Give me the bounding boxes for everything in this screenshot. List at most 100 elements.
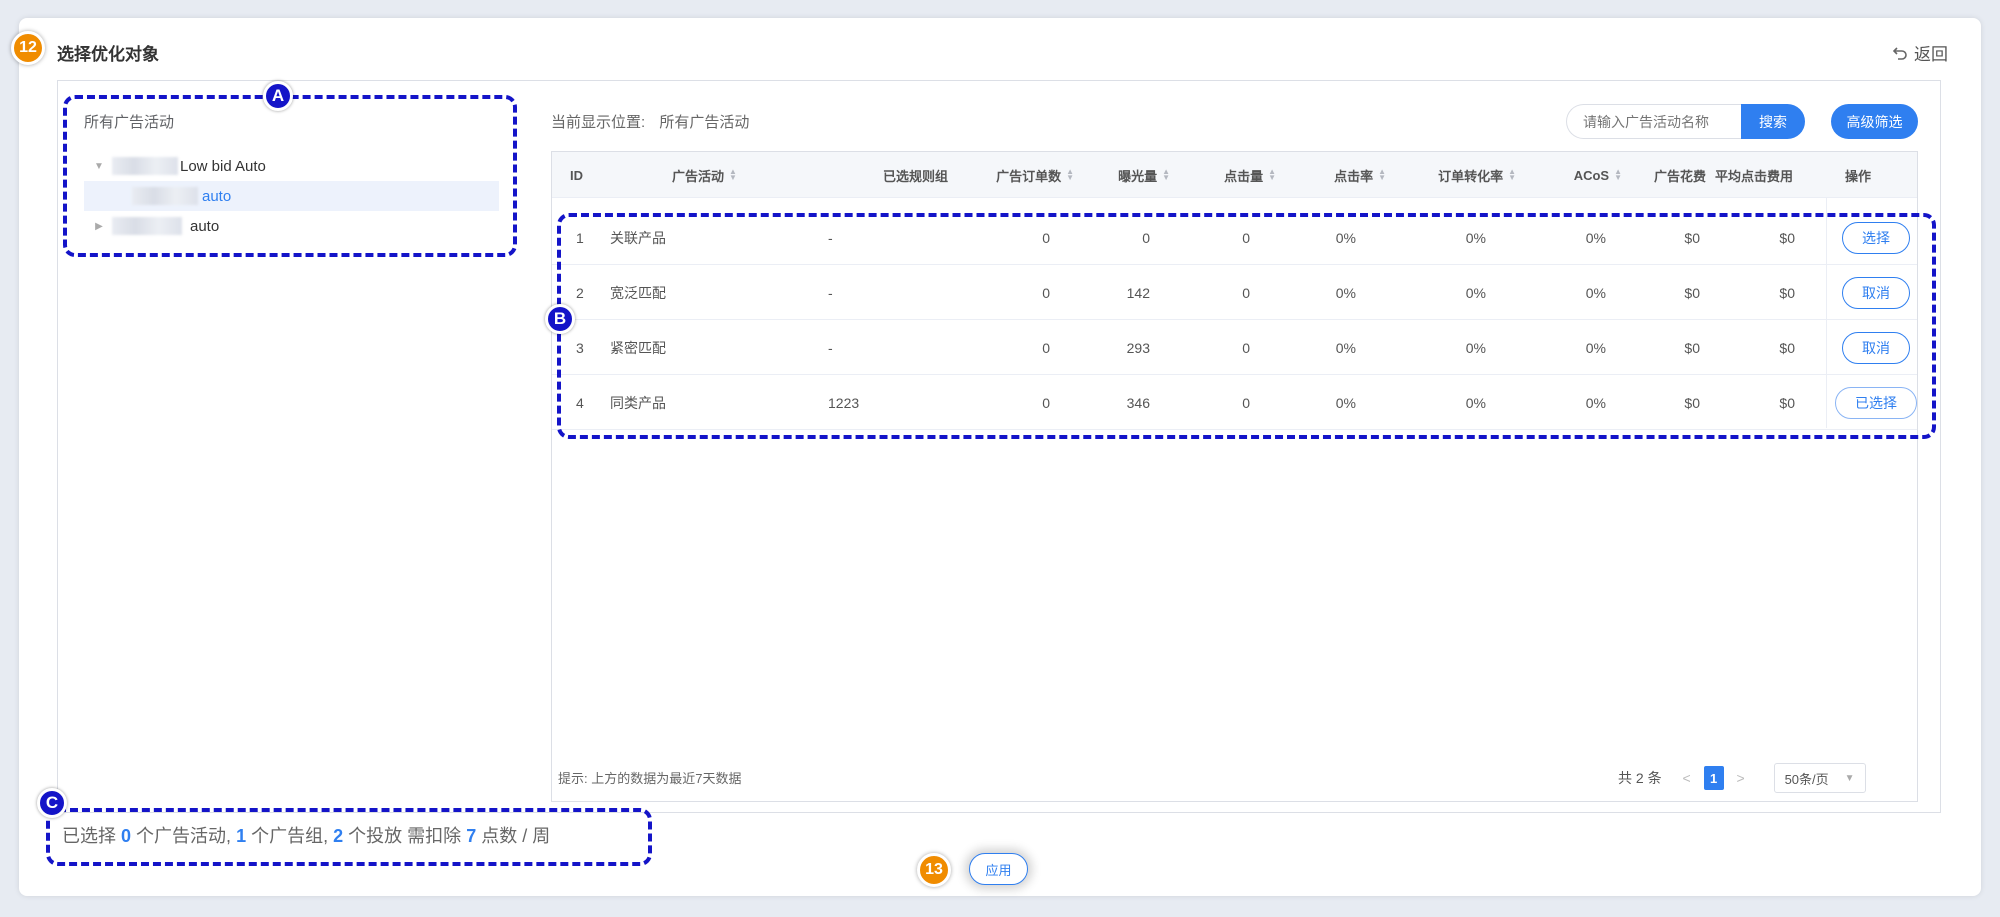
cancel-button[interactable]: 取消: [1842, 276, 1910, 309]
cell-clicks: 0: [1242, 229, 1250, 246]
undo-icon: [1892, 46, 1907, 60]
cell-cvr: 0%: [1465, 284, 1486, 301]
cancel-button[interactable]: 取消: [1842, 331, 1910, 364]
cell-acos: 0%: [1585, 394, 1606, 411]
table-row: 3 紧密匹配 - 0 293 0 0% 0% 0% $0 $0 取消: [552, 320, 1917, 375]
campaign-table: ID 广告活动 ▲ ▼ 已选规则组 广告订单数 ▲ ▼ 曝光量 ▲ ▼ 点击量 ▲ ▼ 点击率 ▲…: [551, 151, 1918, 802]
col-clicks[interactable]: 点击量 ▲ ▼: [1170, 152, 1276, 198]
cell-action: 选择: [1842, 210, 1910, 265]
sort-icon[interactable]: ▲ ▼: [1162, 168, 1170, 182]
summary-group-count: 1: [236, 826, 247, 846]
col-spend: 广告花费: [1653, 168, 1706, 184]
pagination-total: 共 2 条: [1618, 770, 1662, 786]
tree-node-adgroup-auto[interactable]: auto: [84, 181, 499, 211]
cell-ctr: 0%: [1335, 284, 1356, 301]
cell-id: 3: [576, 339, 584, 356]
cell-id: 2: [576, 284, 584, 301]
summary-text: 已选择: [62, 826, 116, 846]
cell-acos: 0%: [1585, 284, 1606, 301]
cell-action: 已选择: [1835, 375, 1917, 430]
caret-right-icon[interactable]: ▶: [94, 221, 104, 232]
col-impressions[interactable]: 曝光量 ▲ ▼: [1074, 152, 1170, 198]
col-orders[interactable]: 广告订单数 ▲ ▼: [970, 152, 1074, 198]
cell-action: 取消: [1842, 265, 1910, 320]
selected-button[interactable]: 已选择: [1835, 386, 1917, 419]
summary-text: 个广告活动,: [136, 826, 232, 846]
cell-spend: $0: [1684, 394, 1700, 411]
caret-down-icon[interactable]: ▼: [94, 161, 104, 172]
cell-campaign: 宽泛匹配: [610, 284, 666, 301]
cell-rule-group: 1223: [828, 394, 860, 411]
tree-root-label[interactable]: 所有广告活动: [84, 111, 174, 132]
col-acos[interactable]: ACoS ▲ ▼: [1516, 152, 1622, 198]
col-rule-group: 已选规则组: [882, 168, 948, 184]
cell-rule-group: -: [828, 229, 833, 246]
tree-node-label: auto: [202, 187, 232, 205]
data-hint: 提示: 上方的数据为最近7天数据: [558, 771, 742, 786]
page-size-value: 50条/页: [1784, 771, 1829, 787]
search-bar: 搜索: [1566, 104, 1805, 139]
summary-text: 点数 / 周: [481, 826, 551, 846]
col-campaign[interactable]: 广告活动 ▲ ▼: [672, 152, 737, 198]
cell-campaign: 同类产品: [610, 394, 666, 411]
prev-page-icon[interactable]: <: [1670, 770, 1704, 786]
tree-node-label: auto: [190, 217, 220, 235]
cell-ctr: 0%: [1335, 339, 1356, 356]
cell-rule-group: -: [828, 284, 833, 301]
annotation-badge-c: C: [37, 788, 67, 818]
pagination: 共 2 条 < 1 > 50条/页 ▼: [1618, 762, 1866, 794]
page-size-select[interactable]: 50条/页 ▼: [1773, 763, 1866, 793]
cell-acos: 0%: [1585, 339, 1606, 356]
cell-orders: 0: [1042, 394, 1050, 411]
blurred-text: [132, 187, 198, 205]
sort-icon[interactable]: ▲ ▼: [1066, 168, 1074, 182]
cell-orders: 0: [1042, 339, 1050, 356]
blurred-text: [112, 157, 178, 175]
selection-summary: 已选择 0 个广告活动, 1 个广告组, 2 个投放 需扣除 7 点数 / 周: [62, 822, 550, 848]
cell-spend: $0: [1684, 284, 1700, 301]
search-input[interactable]: [1566, 104, 1741, 139]
summary-points: 7: [466, 826, 477, 846]
sort-icon[interactable]: ▲ ▼: [1268, 168, 1276, 182]
summary-text: 个广告组,: [251, 826, 329, 846]
tree-node-label: Low bid Auto: [180, 157, 266, 175]
back-label: 返回: [1914, 45, 1948, 64]
cell-id: 4: [576, 394, 584, 411]
cell-id: 1: [576, 229, 584, 246]
cell-cpc: $0: [1779, 229, 1795, 246]
next-page-icon[interactable]: >: [1724, 770, 1758, 786]
sort-icon[interactable]: ▲ ▼: [729, 168, 737, 182]
sort-icon[interactable]: ▲ ▼: [1614, 168, 1622, 182]
select-button[interactable]: 选择: [1842, 221, 1910, 254]
cell-cpc: $0: [1779, 339, 1795, 356]
search-button[interactable]: 搜索: [1741, 104, 1805, 139]
col-action: 操作: [1845, 168, 1872, 184]
location-label: 当前显示位置:: [551, 114, 646, 131]
cell-action: 取消: [1842, 320, 1910, 375]
table-row: 2 宽泛匹配 - 0 142 0 0% 0% 0% $0 $0 取消: [552, 265, 1917, 320]
table-header: ID 广告活动 ▲ ▼ 已选规则组 广告订单数 ▲ ▼ 曝光量 ▲ ▼ 点击量 ▲ ▼ 点击率 ▲…: [552, 152, 1917, 198]
page-number-current[interactable]: 1: [1703, 766, 1724, 790]
annotation-badge-b: B: [545, 304, 575, 334]
cell-clicks: 0: [1242, 394, 1250, 411]
summary-campaign-count: 0: [121, 826, 132, 846]
cell-impressions: 346: [1126, 394, 1150, 411]
advanced-filter-button[interactable]: 高级筛选: [1831, 104, 1918, 139]
sort-icon[interactable]: ▲ ▼: [1378, 168, 1386, 182]
page-title: 选择优化对象: [57, 45, 159, 64]
sort-icon[interactable]: ▲ ▼: [1508, 168, 1516, 182]
back-button[interactable]: 返回: [1892, 40, 1948, 65]
cell-cvr: 0%: [1465, 339, 1486, 356]
tree-node-campaign-1[interactable]: ▼ Low bid Auto: [84, 151, 499, 181]
cell-cpc: $0: [1779, 284, 1795, 301]
tree-node-campaign-2[interactable]: ▶ auto: [84, 211, 499, 241]
cell-impressions: 293: [1126, 339, 1150, 356]
col-cpc: 平均点击费用: [1715, 168, 1794, 184]
cell-impressions: 0: [1142, 229, 1150, 246]
cell-orders: 0: [1042, 229, 1050, 246]
col-ctr[interactable]: 点击率 ▲ ▼: [1276, 152, 1386, 198]
apply-button[interactable]: 应用: [969, 853, 1028, 885]
cell-acos: 0%: [1585, 229, 1606, 246]
col-cvr[interactable]: 订单转化率 ▲ ▼: [1386, 152, 1516, 198]
cell-orders: 0: [1042, 284, 1050, 301]
